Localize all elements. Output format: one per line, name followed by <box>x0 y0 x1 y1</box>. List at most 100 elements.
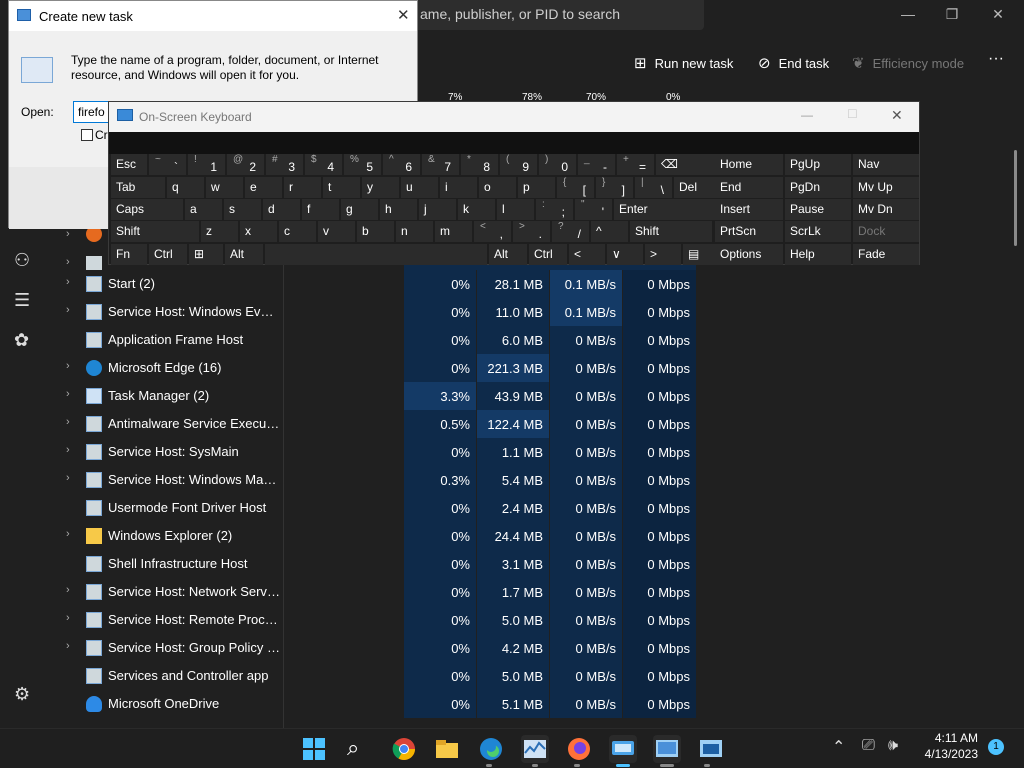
services-icon[interactable]: ✿ <box>14 330 29 351</box>
osk-key[interactable]: u <box>401 177 438 198</box>
minimize-button[interactable]: — <box>896 6 920 22</box>
osk-key[interactable]: ? / <box>552 221 589 242</box>
process-row[interactable]: › Task Manager (2) 3.3% 43.9 MB 0 MB/s 0 Mbps <box>48 382 708 410</box>
osk-icon[interactable] <box>609 735 637 763</box>
osk-nav-key[interactable]: ScrLk <box>785 221 851 242</box>
osk-key[interactable]: Ctrl <box>529 244 567 265</box>
maximize-button[interactable]: ❐ <box>940 6 964 23</box>
process-row[interactable]: Services and Controller app 0% 5.0 MB 0 MB/… <box>48 662 708 690</box>
osk-key[interactable]: Shift <box>111 221 199 242</box>
chevron-right-icon[interactable]: › <box>66 472 70 484</box>
task-manager-icon[interactable] <box>521 735 549 763</box>
clock-time[interactable]: 4:11 AM <box>920 731 978 745</box>
osk-nav-key[interactable]: Fade <box>853 244 919 265</box>
osk-key[interactable]: Tab <box>111 177 165 198</box>
osk-key[interactable]: ~ ` <box>149 154 186 175</box>
osk-key[interactable]: ^ <box>591 221 628 242</box>
osk-key[interactable]: Del <box>674 177 718 198</box>
osk-key[interactable]: + = <box>617 154 654 175</box>
process-row[interactable]: Application Frame Host 0% 6.0 MB 0 MB/s 0 Mb… <box>48 326 708 354</box>
osk-key[interactable]: y <box>362 177 399 198</box>
process-row[interactable]: › Service Host: Network Service 0% 1.7 MB 0 … <box>48 578 708 606</box>
osk-nav-key[interactable]: Home <box>715 154 783 175</box>
osk-nav-key[interactable]: Mv Dn <box>853 199 919 220</box>
search-icon[interactable]: ⌕ <box>345 735 373 763</box>
osk-key[interactable]: :; <box>536 199 573 220</box>
process-row[interactable]: Microsoft OneDrive 0% 5.1 MB 0 MB/s 0 Mbps <box>48 690 708 718</box>
firefox-icon[interactable] <box>565 735 593 763</box>
chevron-right-icon[interactable]: › <box>66 228 70 240</box>
osk-key[interactable]: v <box>318 221 355 242</box>
chevron-right-icon[interactable]: › <box>66 612 70 624</box>
osk-key[interactable]: z <box>201 221 238 242</box>
scrollbar[interactable] <box>1014 150 1017 246</box>
admin-checkbox[interactable] <box>81 129 93 141</box>
osk-key[interactable]: }] <box>596 177 633 198</box>
settings-icon[interactable]: ⚙ <box>14 684 30 705</box>
chevron-right-icon[interactable]: › <box>66 360 70 372</box>
start-icon[interactable] <box>300 735 328 763</box>
osk-key[interactable]: l <box>497 199 534 220</box>
chevron-right-icon[interactable]: › <box>66 256 70 268</box>
close-icon[interactable]: ✕ <box>397 6 410 24</box>
osk-key[interactable]: e <box>245 177 282 198</box>
process-row[interactable]: › Service Host: SysMain 0% 1.1 MB 0 MB/s 0 Mb… <box>48 438 708 466</box>
control-panel-icon[interactable] <box>653 735 681 763</box>
osk-key[interactable]: Esc <box>111 154 147 175</box>
process-row[interactable]: › Microsoft Edge (16) 0% 221.3 MB 0 MB/s 0 Mb… <box>48 354 708 382</box>
osk-key[interactable]: _ - <box>578 154 615 175</box>
chevron-right-icon[interactable]: › <box>66 304 70 316</box>
osk-key[interactable]: g <box>341 199 378 220</box>
osk-key[interactable]: " ' <box>575 199 612 220</box>
end-task-button[interactable]: ⊘ End task <box>758 54 829 72</box>
search-input[interactable]: ame, publisher, or PID to search <box>410 0 704 30</box>
osk-key[interactable]: o <box>479 177 516 198</box>
osk-nav-key[interactable]: PgDn <box>785 177 851 198</box>
osk-key[interactable]: ) 0 <box>539 154 576 175</box>
chevron-right-icon[interactable]: › <box>66 640 70 652</box>
osk-key[interactable]: Alt <box>225 244 263 265</box>
osk-key[interactable]: k <box>458 199 495 220</box>
maximize-button[interactable]: ☐ <box>847 107 858 121</box>
osk-nav-key[interactable]: End <box>715 177 783 198</box>
details-icon[interactable]: ☰ <box>14 290 30 311</box>
edge-icon[interactable] <box>477 735 505 763</box>
chevron-right-icon[interactable]: › <box>66 416 70 428</box>
osk-nav-key[interactable]: PgUp <box>785 154 851 175</box>
users-icon[interactable]: ⚇ <box>14 250 30 271</box>
process-row[interactable]: › Start (2) 0% 28.1 MB 0.1 MB/s 0 Mbps <box>48 270 708 298</box>
osk-nav-key[interactable]: Nav <box>853 154 919 175</box>
notification-badge[interactable]: 1 <box>988 739 1004 755</box>
osk-nav-key[interactable]: Insert <box>715 199 783 220</box>
osk-key[interactable]: >. <box>513 221 550 242</box>
osk-key[interactable]: Shift <box>630 221 712 242</box>
process-row[interactable]: › Service Host: Group Policy Cli... 0% 4.2 … <box>48 634 708 662</box>
osk-key[interactable]: * 8 <box>461 154 498 175</box>
osk-key[interactable] <box>265 244 487 265</box>
chevron-right-icon[interactable]: › <box>66 388 70 400</box>
more-options-button[interactable]: ··· <box>988 50 1004 68</box>
osk-key[interactable]: Caps <box>111 199 183 220</box>
osk-key[interactable]: @2 <box>227 154 264 175</box>
process-row[interactable]: › Antimalware Service Executable 0.5% 122.4… <box>48 410 708 438</box>
osk-key[interactable]: m <box>435 221 472 242</box>
osk-nav-key[interactable]: Help <box>785 244 851 265</box>
osk-nav-key[interactable]: PrtScn <box>715 221 783 242</box>
chevron-right-icon[interactable]: › <box>66 528 70 540</box>
chevron-up-icon[interactable]: ⌃ <box>832 737 845 757</box>
osk-key[interactable]: ⌫ <box>656 154 718 175</box>
osk-key[interactable]: s <box>224 199 261 220</box>
osk-key[interactable]: b <box>357 221 394 242</box>
osk-key[interactable]: a <box>185 199 222 220</box>
process-row[interactable]: › Service Host: Remote Procedu... 0% 5.0 MB… <box>48 606 708 634</box>
osk-key[interactable]: < <box>569 244 605 265</box>
osk-key[interactable]: % 5 <box>344 154 381 175</box>
process-row[interactable]: Usermode Font Driver Host 0% 2.4 MB 0 MB/s 0… <box>48 494 708 522</box>
clock-date[interactable]: 4/13/2023 <box>914 747 978 761</box>
osk-key[interactable]: q <box>167 177 204 198</box>
chevron-right-icon[interactable]: › <box>66 276 70 288</box>
osk-key[interactable]: Ctrl <box>149 244 187 265</box>
osk-key[interactable]: x <box>240 221 277 242</box>
osk-key[interactable]: ^ 6 <box>383 154 420 175</box>
file-explorer-icon[interactable] <box>433 735 461 763</box>
